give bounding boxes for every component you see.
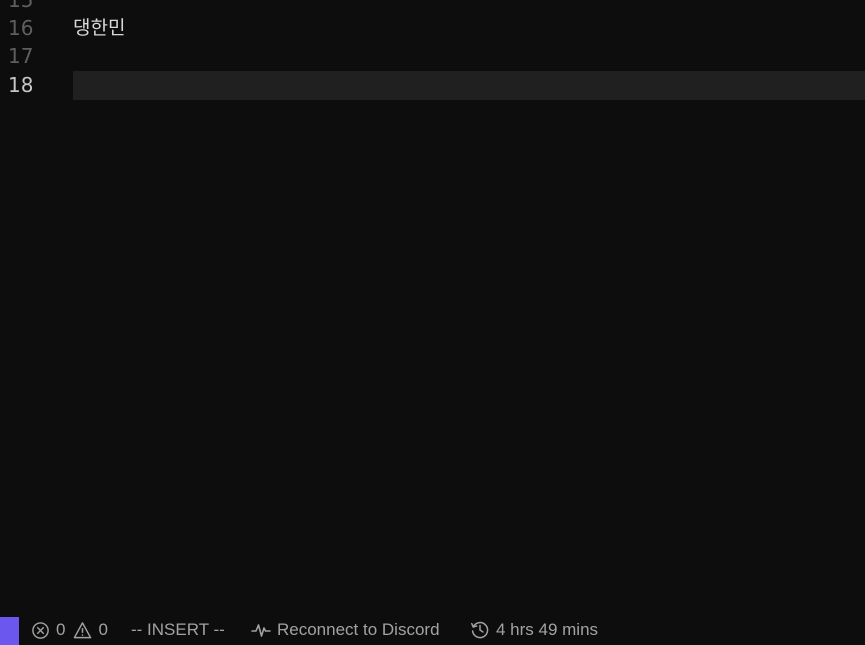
line-number: 16 (8, 16, 34, 40)
time-tracker[interactable]: 4 hrs 49 mins (470, 615, 598, 645)
discord-label: Reconnect to Discord (277, 620, 440, 639)
problems-indicator[interactable]: 0 0 (31, 615, 108, 645)
pulse-icon (251, 624, 271, 637)
error-circle-icon (32, 621, 49, 639)
history-icon (471, 621, 489, 639)
editor-line-15[interactable]: 15 (0, 0, 865, 14)
line-number: 15 (8, 0, 34, 12)
vim-mode-label: -- INSERT -- (131, 620, 225, 639)
status-bar: 0 0 -- INSERT -- Reconnect to Discord 4 … (0, 615, 865, 645)
time-label: 4 hrs 49 mins (496, 620, 599, 639)
editor-line-16[interactable]: 16 댕한민 (0, 14, 865, 42)
line-content[interactable]: 댕한민 (73, 14, 125, 42)
line-number-active: 18 (8, 73, 34, 97)
warning-count: 0 (98, 620, 108, 639)
editor-line-17[interactable]: 17 (0, 42, 865, 70)
warning-triangle-icon (74, 621, 92, 638)
editor-line-18-current[interactable]: 18 (0, 71, 865, 100)
editor-area[interactable]: 15 16 댕한민 17 18 (0, 0, 865, 615)
current-line-highlight (73, 71, 865, 100)
line-number: 17 (8, 44, 34, 68)
vim-mode-indicator: -- INSERT -- (131, 615, 225, 645)
remote-indicator[interactable] (0, 617, 19, 645)
discord-reconnect-button[interactable]: Reconnect to Discord (251, 615, 440, 645)
error-count: 0 (56, 620, 66, 639)
